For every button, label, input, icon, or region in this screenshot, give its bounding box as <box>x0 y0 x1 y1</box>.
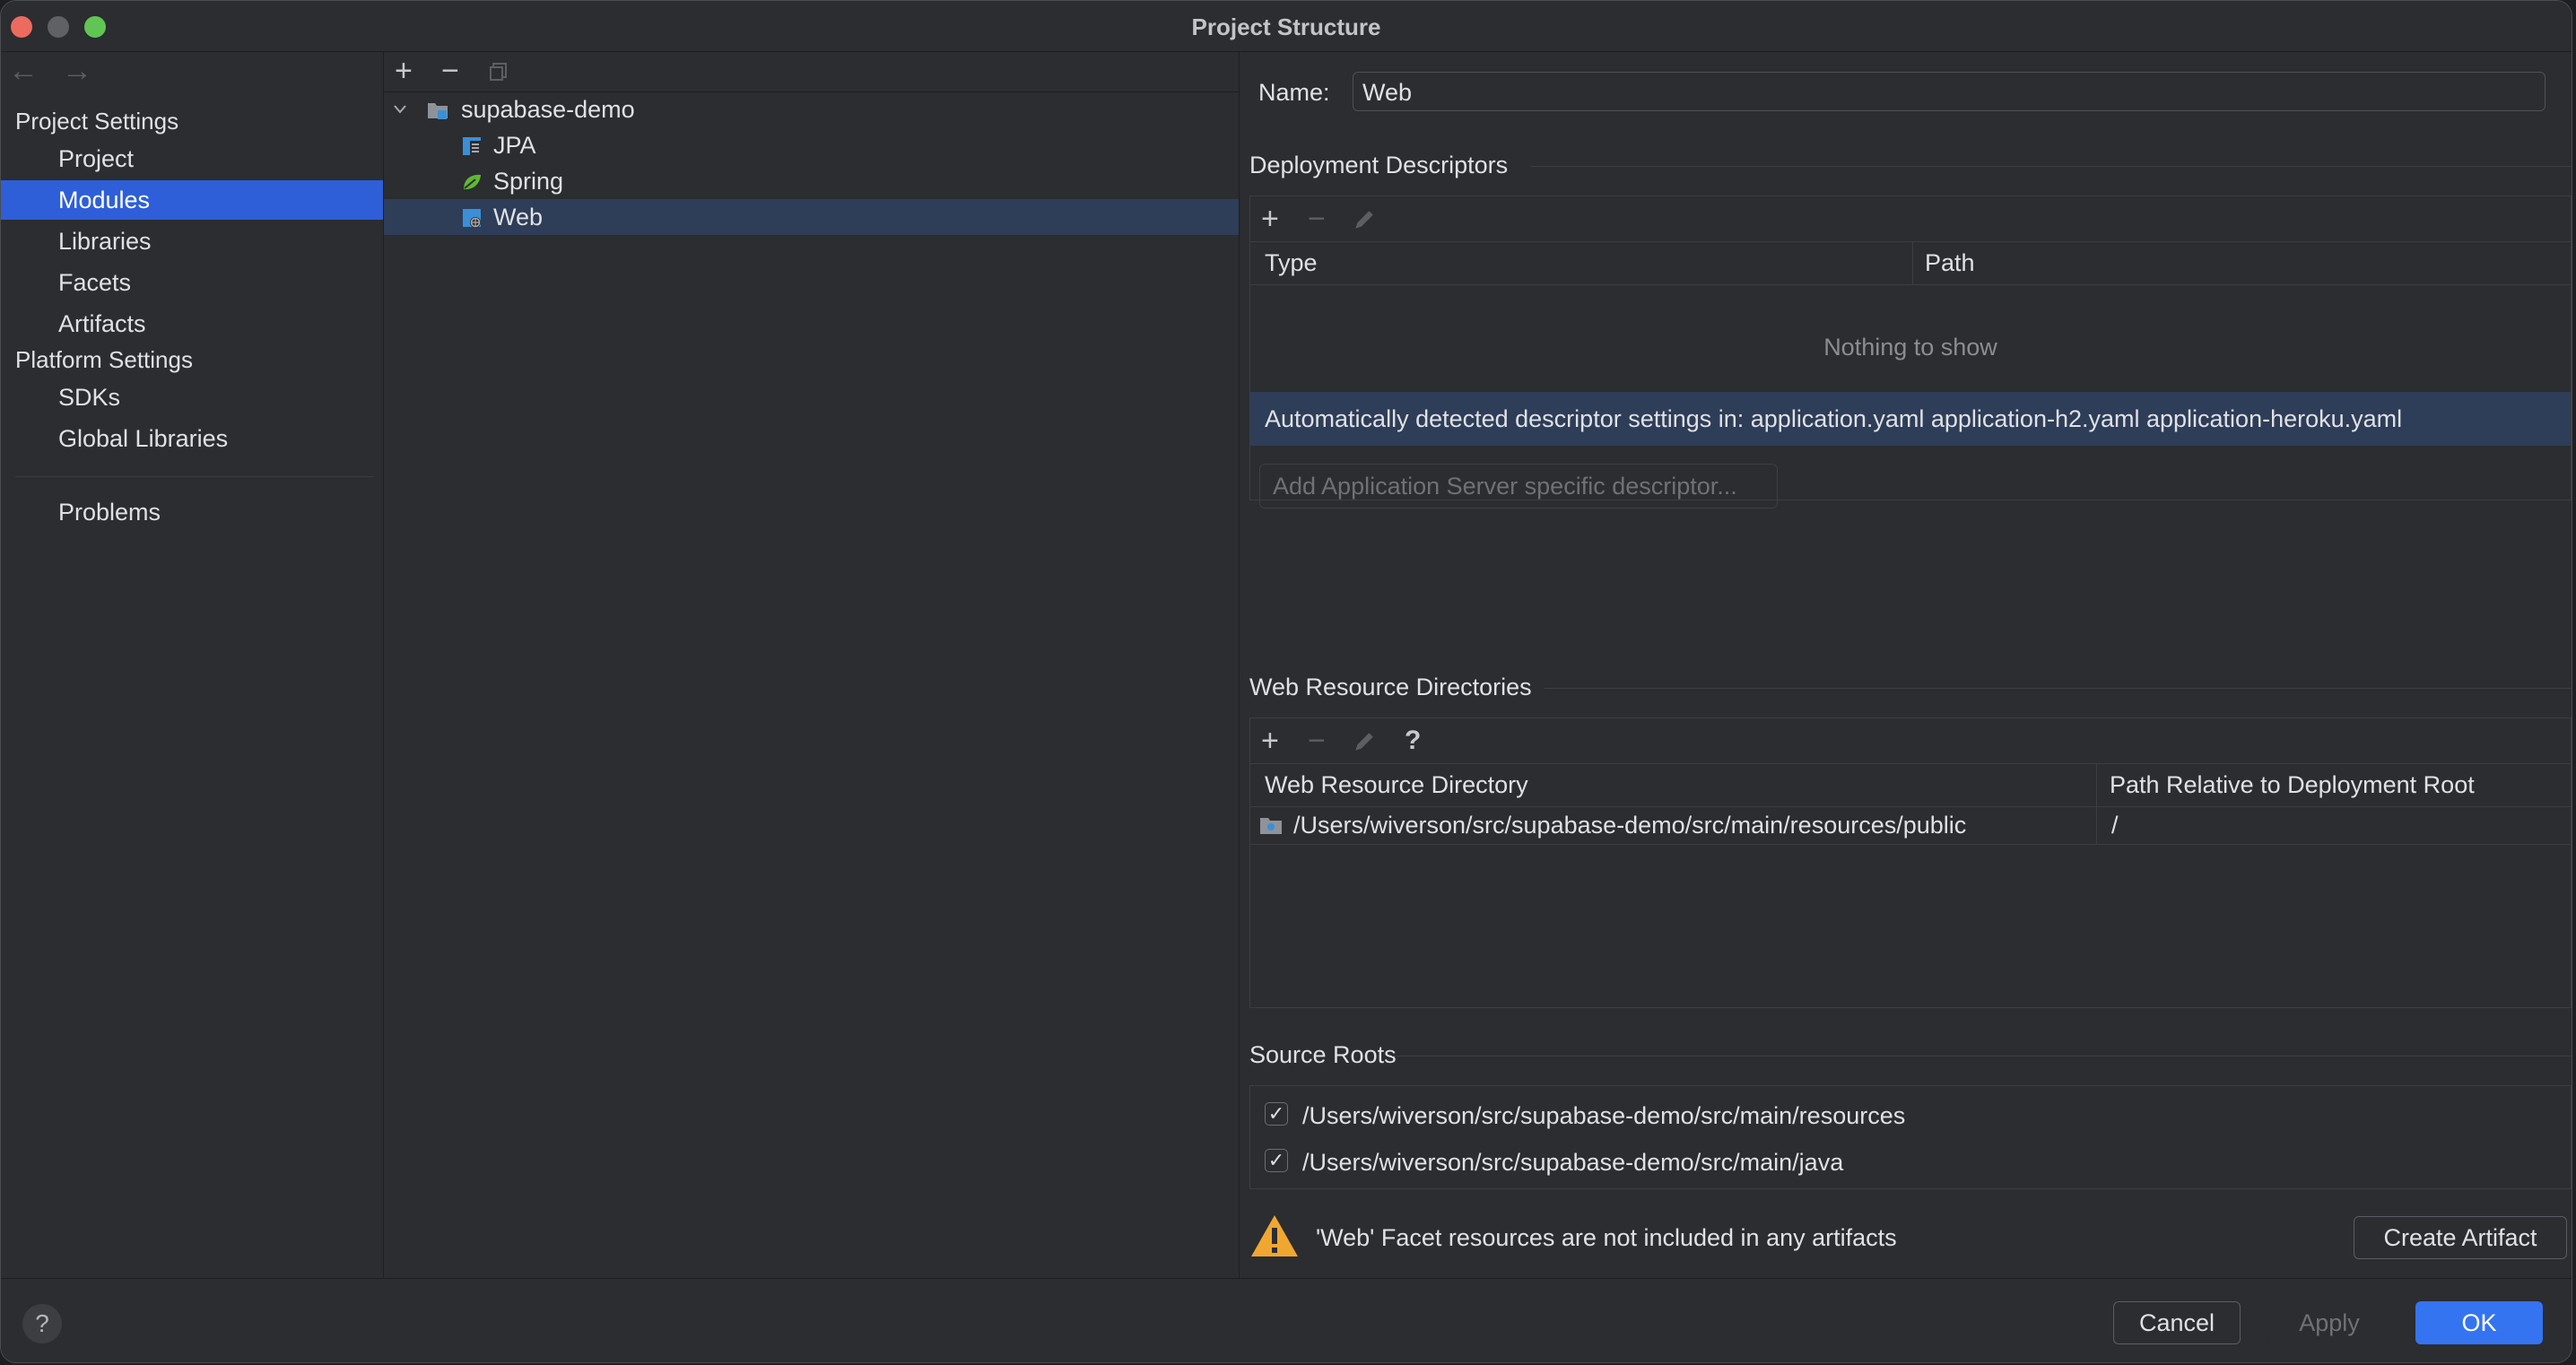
web-resource-directories-title: Web Resource Directories <box>1249 674 1532 700</box>
sidebar-item-label: SDKs <box>58 384 121 411</box>
remove-icon[interactable]: − <box>441 52 459 90</box>
ok-button[interactable]: OK <box>2415 1301 2543 1344</box>
web-resource-table: + − ? Web Resource Directory Path Relati… <box>1249 717 2572 1008</box>
tree-toolbar: + − <box>384 52 1239 92</box>
edit-pencil-icon[interactable] <box>1353 730 1376 753</box>
sidebar-item-libraries[interactable]: Libraries <box>1 222 383 261</box>
web-resource-toolbar: + − ? <box>1250 718 2571 764</box>
source-root-path: /Users/wiverson/src/supabase-demo/src/ma… <box>1302 1102 1906 1129</box>
deployment-toolbar: + − <box>1250 196 2571 242</box>
platform-settings-header: Platform Settings <box>15 346 193 373</box>
add-icon[interactable]: + <box>1261 200 1279 238</box>
remove-icon[interactable]: − <box>1308 722 1326 760</box>
module-tree-panel: + − supabase-demo JPA Spring Web <box>384 52 1240 1278</box>
sidebar-item-label: Facets <box>58 269 132 296</box>
sidebar-item-facets[interactable]: Facets <box>1 263 383 302</box>
section-divider <box>1545 688 2572 689</box>
remove-icon[interactable]: − <box>1308 200 1326 238</box>
facet-warning-text: 'Web' Facet resources are not included i… <box>1316 1224 1897 1251</box>
tree-node-label: JPA <box>493 132 536 159</box>
add-server-descriptor-button[interactable]: Add Application Server specific descript… <box>1259 464 1778 509</box>
list-item[interactable]: ✓ /Users/wiverson/src/supabase-demo/src/… <box>1250 1140 2571 1181</box>
help-button[interactable]: ? <box>22 1304 62 1343</box>
name-label: Name: <box>1258 79 1330 106</box>
sidebar-item-modules[interactable]: Modules <box>1 180 383 220</box>
source-roots-list: ✓ /Users/wiverson/src/supabase-demo/src/… <box>1249 1085 2572 1189</box>
relative-path-cell: / <box>2111 812 2119 839</box>
deployment-descriptors-title: Deployment Descriptors <box>1249 152 1509 178</box>
source-root-checkbox[interactable]: ✓ <box>1265 1102 1288 1126</box>
auto-detected-text: Automatically detected descriptor settin… <box>1265 405 2403 432</box>
edit-pencil-icon[interactable] <box>1353 208 1376 231</box>
add-icon[interactable]: + <box>395 52 413 90</box>
sidebar-item-label: Problems <box>58 499 161 526</box>
cancel-button[interactable]: Cancel <box>2113 1301 2241 1344</box>
forward-arrow-icon[interactable]: → <box>62 54 92 88</box>
web-facet-settings: Name: Web Deployment Descriptors + − Typ… <box>1240 52 2572 1278</box>
sidebar-item-label: Global Libraries <box>58 425 229 452</box>
web-folder-icon <box>1260 818 1282 834</box>
sidebar-item-sdks[interactable]: SDKs <box>1 378 383 417</box>
column-path-relative[interactable]: Path Relative to Deployment Root <box>2110 763 2475 806</box>
name-field[interactable]: Web <box>1353 72 2546 111</box>
jpa-icon <box>463 137 481 155</box>
tree-node-web[interactable]: Web <box>384 199 1239 235</box>
column-web-resource-directory[interactable]: Web Resource Directory <box>1265 763 1528 806</box>
column-divider <box>2096 806 2097 844</box>
back-arrow-icon[interactable]: ← <box>8 54 39 88</box>
project-settings-header: Project Settings <box>15 108 179 135</box>
chevron-down-icon[interactable] <box>393 103 407 116</box>
auto-detected-descriptor-row[interactable]: Automatically detected descriptor settin… <box>1250 392 2571 446</box>
column-divider[interactable] <box>2096 763 2097 806</box>
apply-button[interactable]: Apply <box>2266 1301 2393 1344</box>
tree-node-jpa[interactable]: JPA <box>384 127 1239 163</box>
section-divider <box>1531 166 2572 167</box>
web-resource-directory-cell: /Users/wiverson/src/supabase-demo/src/ma… <box>1293 812 1967 839</box>
sidebar-item-project[interactable]: Project <box>1 139 383 178</box>
deployment-descriptors-table: + − Type Path Nothing to show Automatica… <box>1249 196 2572 500</box>
sidebar-item-label: Modules <box>58 187 151 213</box>
window-title: Project Structure <box>1191 13 1381 40</box>
sidebar-item-artifacts[interactable]: Artifacts <box>1 304 383 343</box>
add-icon[interactable]: + <box>1261 722 1279 760</box>
sidebar-item-label: Project <box>58 145 135 172</box>
warning-icon <box>1251 1215 1298 1256</box>
create-artifact-button[interactable]: Create Artifact <box>2354 1216 2567 1259</box>
help-icon[interactable]: ? <box>1405 722 1421 760</box>
tree-node-label: Web <box>493 204 544 230</box>
list-item[interactable]: ✓ /Users/wiverson/src/supabase-demo/src/… <box>1250 1093 2571 1135</box>
sidebar-item-problems[interactable]: Problems <box>1 492 383 532</box>
sidebar-item-label: Artifacts <box>58 310 146 337</box>
column-path[interactable]: Path <box>1925 241 1975 284</box>
title-bar: Project Structure <box>1 1 2572 52</box>
module-folder-icon <box>428 103 448 119</box>
tree-node-supabase-demo[interactable]: supabase-demo <box>384 91 1239 127</box>
deployment-table-header: Type Path <box>1250 241 2571 285</box>
tree-node-label: Spring <box>493 168 564 195</box>
source-roots-title: Source Roots <box>1249 1041 1397 1068</box>
spring-leaf-icon <box>464 174 481 190</box>
copy-icon[interactable] <box>488 61 509 83</box>
source-root-checkbox[interactable]: ✓ <box>1265 1149 1288 1172</box>
web-facet-icon <box>463 209 481 228</box>
web-resource-table-header: Web Resource Directory Path Relative to … <box>1250 763 2571 807</box>
empty-table-text: Nothing to show <box>1823 334 1997 361</box>
tree-node-label: supabase-demo <box>461 96 635 123</box>
tree-node-spring[interactable]: Spring <box>384 163 1239 199</box>
column-divider[interactable] <box>1912 241 1913 284</box>
table-row[interactable]: /Users/wiverson/src/supabase-demo/src/ma… <box>1250 806 2571 845</box>
sidebar-item-label: Libraries <box>58 228 152 255</box>
sidebar-divider <box>15 476 374 477</box>
dialog-footer: ? Cancel Apply OK <box>1 1278 2572 1362</box>
settings-sidebar: ← → Project Settings Project Modules Libr… <box>1 52 384 1278</box>
sidebar-item-global-libraries[interactable]: Global Libraries <box>1 419 383 458</box>
nav-arrows: ← → <box>8 54 116 89</box>
project-structure-dialog: Project Structure ← → Project Settings Pr… <box>0 0 2572 1363</box>
column-type[interactable]: Type <box>1265 241 1318 284</box>
source-root-path: /Users/wiverson/src/supabase-demo/src/ma… <box>1302 1149 1844 1176</box>
